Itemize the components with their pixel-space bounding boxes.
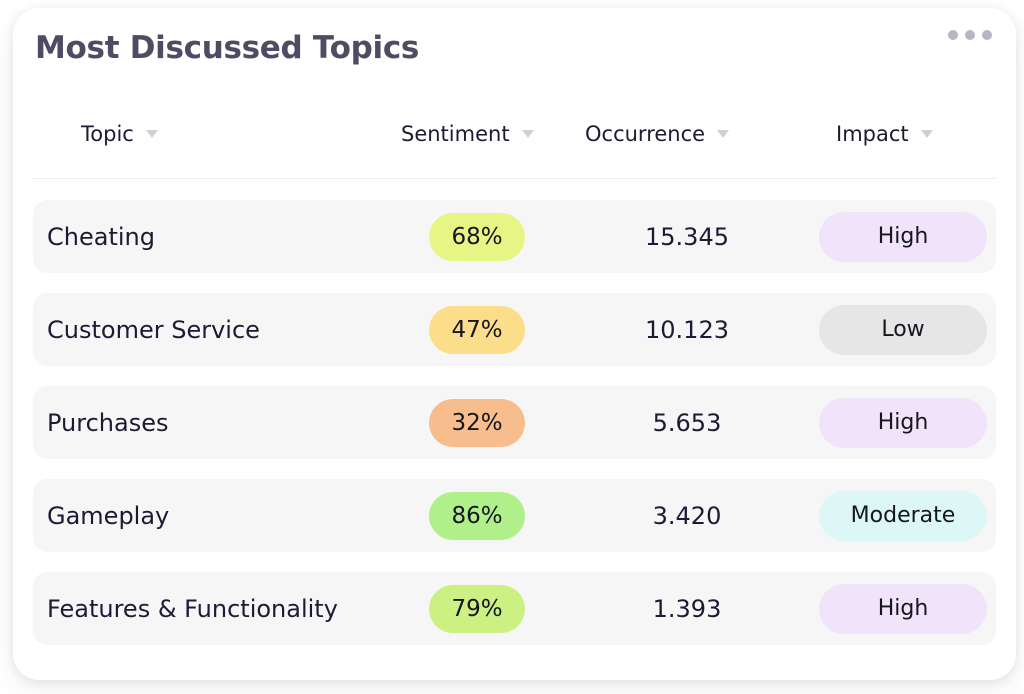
cell-topic: Purchases — [47, 408, 169, 437]
table-row[interactable]: Customer Service 47% 10.123 Low — [33, 293, 996, 366]
sentiment-badge: 86% — [429, 491, 525, 540]
chevron-down-icon — [145, 130, 158, 138]
cell-impact: Moderate — [805, 479, 1001, 552]
cell-occurrence: 10.123 — [645, 315, 729, 344]
column-header-impact[interactable]: Impact — [836, 122, 933, 146]
cell-occurrence: 1.393 — [652, 594, 722, 623]
table-header-row: Topic Sentiment Occurrence Impact — [13, 104, 1016, 179]
chevron-down-icon — [717, 130, 730, 138]
column-header-impact-label: Impact — [836, 122, 909, 146]
chevron-down-icon — [521, 130, 534, 138]
kebab-menu-icon[interactable] — [946, 24, 994, 46]
table-body: Cheating 68% 15.345 High Customer Service 47%… — [13, 200, 1016, 665]
cell-sentiment: 86% — [401, 479, 553, 552]
column-header-topic-label: Topic — [81, 122, 134, 146]
most-discussed-topics-card: Most Discussed Topics Topic Sentiment Oc… — [13, 8, 1016, 680]
kebab-dot-2 — [965, 30, 975, 40]
sentiment-badge: 79% — [429, 584, 525, 633]
impact-badge: Moderate — [819, 490, 987, 541]
cell-impact: High — [805, 572, 1001, 645]
topics-table: Topic Sentiment Occurrence Impact Cheati… — [13, 104, 1016, 645]
table-row[interactable]: Features & Functionality 79% 1.393 High — [33, 572, 996, 645]
cell-occurrence: 3.420 — [652, 501, 722, 530]
sentiment-badge: 32% — [429, 398, 525, 447]
cell-sentiment: 32% — [401, 386, 553, 459]
column-header-sentiment[interactable]: Sentiment — [401, 122, 534, 146]
cell-impact: High — [805, 386, 1001, 459]
chevron-down-icon — [920, 130, 933, 138]
impact-badge: High — [819, 397, 987, 448]
page-title: Most Discussed Topics — [35, 30, 420, 66]
cell-sentiment: 79% — [401, 572, 553, 645]
kebab-dot-1 — [948, 30, 958, 40]
cell-sentiment: 68% — [401, 200, 553, 273]
column-header-occurrence-label: Occurrence — [585, 122, 706, 146]
cell-topic: Customer Service — [47, 315, 260, 344]
header-divider — [33, 178, 996, 179]
cell-occurrence: 5.653 — [652, 408, 722, 437]
table-row[interactable]: Cheating 68% 15.345 High — [33, 200, 996, 273]
cell-topic: Features & Functionality — [47, 594, 338, 623]
impact-badge: High — [819, 583, 987, 634]
kebab-dot-3 — [982, 30, 992, 40]
sentiment-badge: 68% — [429, 212, 525, 261]
cell-occurrence: 15.345 — [645, 222, 729, 251]
column-header-topic[interactable]: Topic — [81, 122, 158, 146]
cell-impact: Low — [805, 293, 1001, 366]
cell-sentiment: 47% — [401, 293, 553, 366]
impact-badge: High — [819, 211, 987, 262]
impact-badge: Low — [819, 304, 987, 355]
sentiment-badge: 47% — [429, 305, 525, 354]
cell-topic: Cheating — [47, 222, 155, 251]
column-header-sentiment-label: Sentiment — [401, 122, 510, 146]
cell-impact: High — [805, 200, 1001, 273]
table-row[interactable]: Purchases 32% 5.653 High — [33, 386, 996, 459]
cell-topic: Gameplay — [47, 501, 170, 530]
column-header-occurrence[interactable]: Occurrence — [585, 122, 730, 146]
table-row[interactable]: Gameplay 86% 3.420 Moderate — [33, 479, 996, 552]
